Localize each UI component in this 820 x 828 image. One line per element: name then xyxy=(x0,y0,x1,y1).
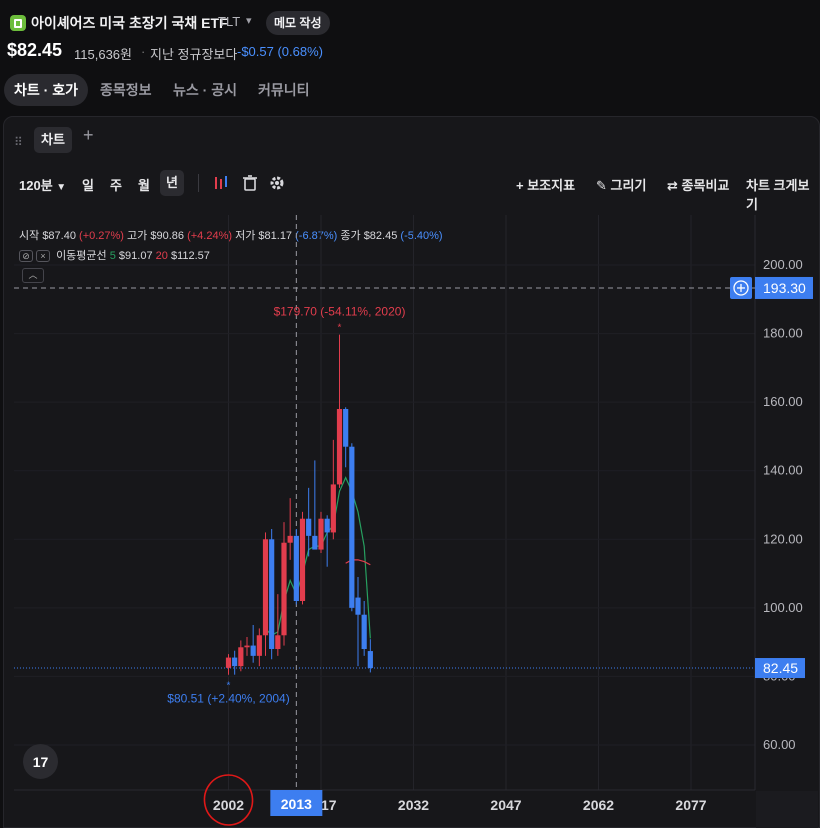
candle-body[interactable] xyxy=(355,597,361,615)
candle-body[interactable] xyxy=(293,535,299,601)
candle-body[interactable] xyxy=(250,645,256,656)
tradingview-logo-icon: 17 xyxy=(23,744,58,779)
candle-body[interactable] xyxy=(299,518,306,601)
y-tick-label: 180.00 xyxy=(763,326,803,341)
candle-body[interactable] xyxy=(324,518,330,533)
candle-body[interactable] xyxy=(336,409,343,485)
candle-body[interactable] xyxy=(306,518,312,536)
y-tick-label: 100.00 xyxy=(763,600,803,615)
candle-body[interactable] xyxy=(361,614,367,649)
y-tick-label: 120.00 xyxy=(763,531,803,546)
candle-body[interactable] xyxy=(275,635,281,649)
last-price-label: 82.45 xyxy=(763,660,798,676)
y-tick-label: 200.00 xyxy=(763,257,803,272)
x-tick-label: 2062 xyxy=(583,797,614,813)
crosshair-price-label: 193.30 xyxy=(763,280,806,296)
x-tick-label: 2047 xyxy=(490,797,521,813)
x-tick-label: 2032 xyxy=(398,797,429,813)
candle-body[interactable] xyxy=(349,446,355,608)
candle-body[interactable] xyxy=(312,535,318,550)
candle-body[interactable] xyxy=(367,651,373,669)
max-marker: * xyxy=(338,323,342,334)
max-price-annotation: $179.70 (-54.11%, 2020) xyxy=(274,305,406,319)
candle-body[interactable] xyxy=(287,535,293,543)
candle-body[interactable] xyxy=(225,657,232,668)
candle-body[interactable] xyxy=(244,645,250,648)
candle-body[interactable] xyxy=(262,539,269,636)
y-tick-label: 160.00 xyxy=(763,394,803,409)
axis-corner xyxy=(756,791,818,828)
min-marker: * xyxy=(227,681,231,692)
min-price-annotation: $80.51 (+2.40%, 2004) xyxy=(167,692,289,706)
crosshair-year-label: 2013 xyxy=(281,796,312,812)
price-chart[interactable]: 200.00180.00160.00140.00120.00100.0080.0… xyxy=(0,0,820,828)
x-tick-label: 2002 xyxy=(213,797,244,813)
y-tick-label: 140.00 xyxy=(763,463,803,478)
candle-body[interactable] xyxy=(256,635,262,656)
candle-body[interactable] xyxy=(281,542,287,636)
candle-body[interactable] xyxy=(318,518,324,550)
y-tick-label: 60.00 xyxy=(763,737,796,752)
candle-body[interactable] xyxy=(330,484,336,533)
candle-body[interactable] xyxy=(232,657,238,667)
ma5-line xyxy=(265,476,371,639)
candle-body[interactable] xyxy=(269,539,275,649)
candle-body[interactable] xyxy=(238,647,244,667)
candle-body[interactable] xyxy=(343,409,349,447)
x-tick-label: 2077 xyxy=(675,797,706,813)
